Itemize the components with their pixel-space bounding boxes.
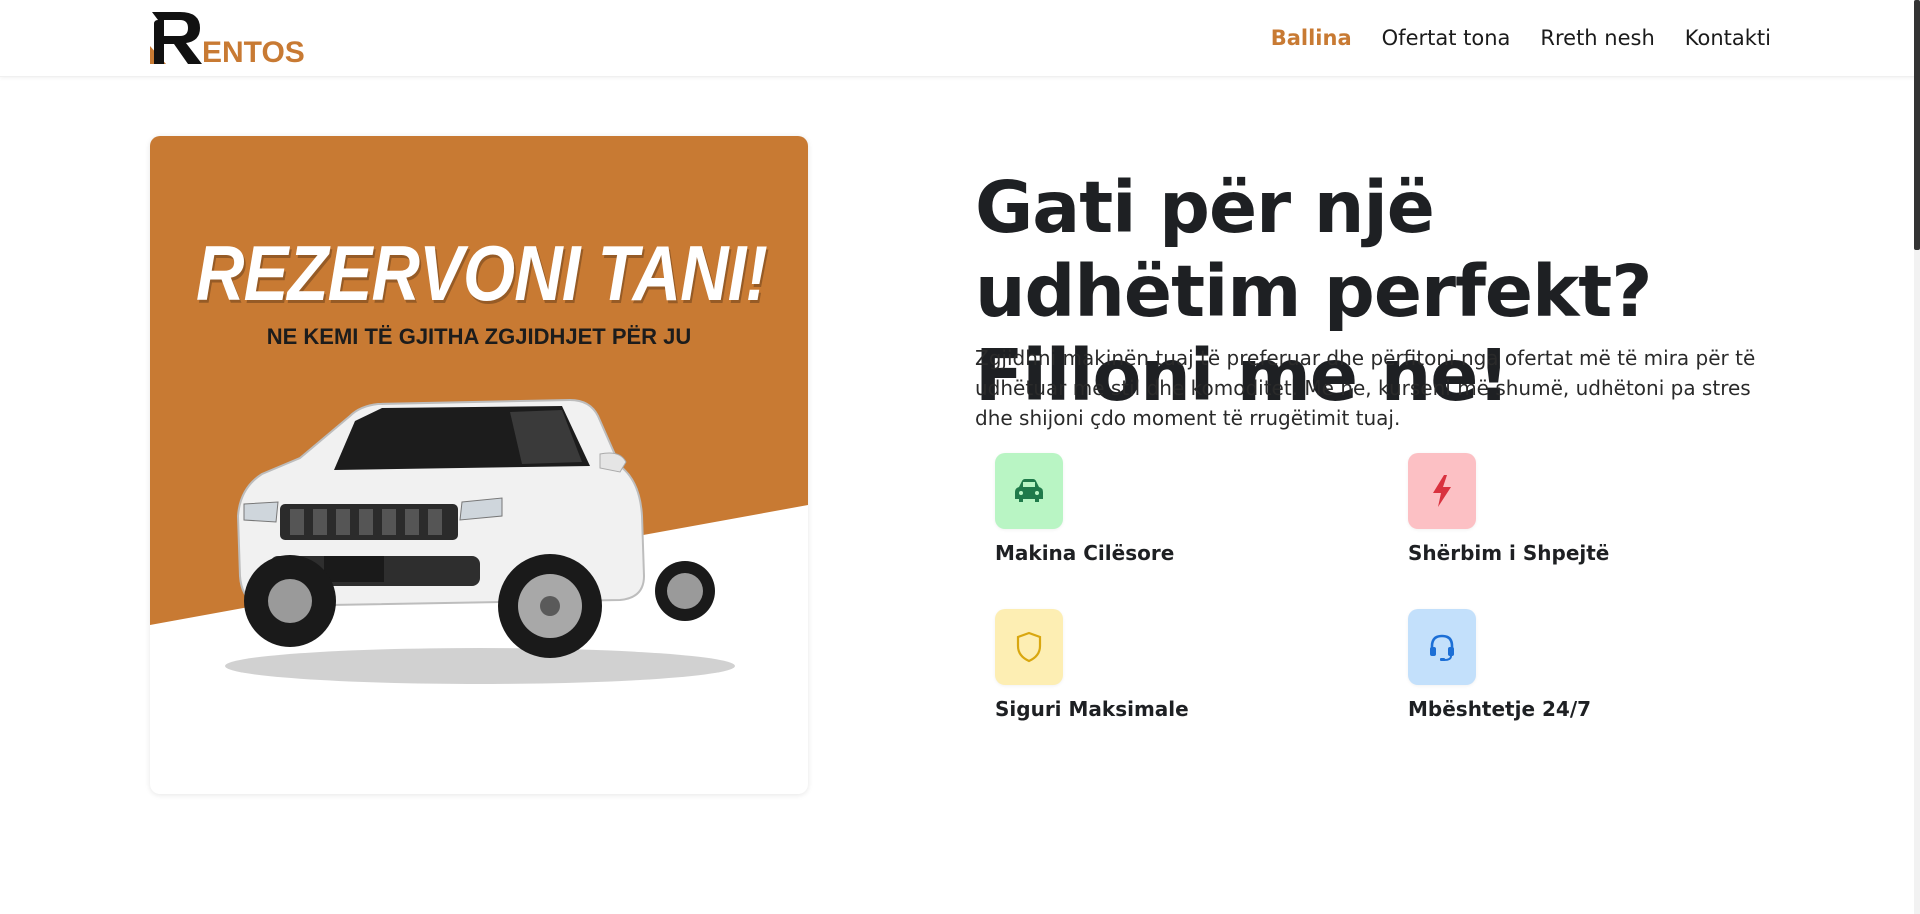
page-scrollbar[interactable] bbox=[1914, 0, 1920, 914]
feature-support-24-7: Mbështetje 24/7 bbox=[1408, 609, 1738, 729]
nav-link-kontakti[interactable]: Kontakti bbox=[1685, 24, 1771, 52]
feature-icon-box bbox=[1408, 453, 1476, 529]
feature-icon-box bbox=[995, 453, 1063, 529]
feature-icon-box bbox=[1408, 609, 1476, 685]
feature-max-security: Siguri Maksimale bbox=[995, 609, 1325, 729]
car-icon bbox=[1015, 479, 1043, 502]
feature-label: Siguri Maksimale bbox=[995, 697, 1189, 721]
nav-link-rreth-nesh[interactable]: Rreth nesh bbox=[1540, 24, 1654, 52]
logo-text: ENTOS bbox=[202, 36, 305, 66]
feature-fast-service: Shërbim i Shpejtë bbox=[1408, 453, 1738, 573]
shield-icon bbox=[1016, 631, 1042, 663]
navbar: ENTOS Ballina Ofertat tona Rreth nesh Ko… bbox=[0, 0, 1920, 77]
promo-headline: REZERVONI TANI! bbox=[196, 229, 768, 317]
feature-label: Mbështetje 24/7 bbox=[1408, 697, 1592, 721]
nav-link-ballina[interactable]: Ballina bbox=[1271, 24, 1352, 52]
bolt-icon bbox=[1433, 475, 1451, 507]
hero-description: Zgjidhni makinën tuaj të preferuar dhe p… bbox=[975, 346, 1756, 430]
logo-mark: ENTOS bbox=[150, 12, 305, 69]
promo-banner[interactable]: REZERVONI TANI! NE KEMI TË GJITHA ZGJIDH… bbox=[150, 136, 808, 794]
feature-label: Makina Cilësore bbox=[995, 541, 1175, 565]
headset-icon bbox=[1430, 634, 1454, 661]
main-nav: Ballina Ofertat tona Rreth nesh Kontakti bbox=[1241, 24, 1771, 52]
feature-label: Shërbim i Shpejtë bbox=[1408, 541, 1610, 565]
feature-quality-cars: Makina Cilësore bbox=[995, 453, 1325, 573]
feature-icon-box bbox=[995, 609, 1063, 685]
scrollbar-thumb[interactable] bbox=[1914, 0, 1920, 250]
logo[interactable]: ENTOS bbox=[150, 10, 320, 69]
nav-link-ofertat-tona[interactable]: Ofertat tona bbox=[1382, 24, 1511, 52]
promo-subheadline: NE KEMI TË GJITHA ZGJIDHJET PËR JU bbox=[266, 324, 692, 349]
